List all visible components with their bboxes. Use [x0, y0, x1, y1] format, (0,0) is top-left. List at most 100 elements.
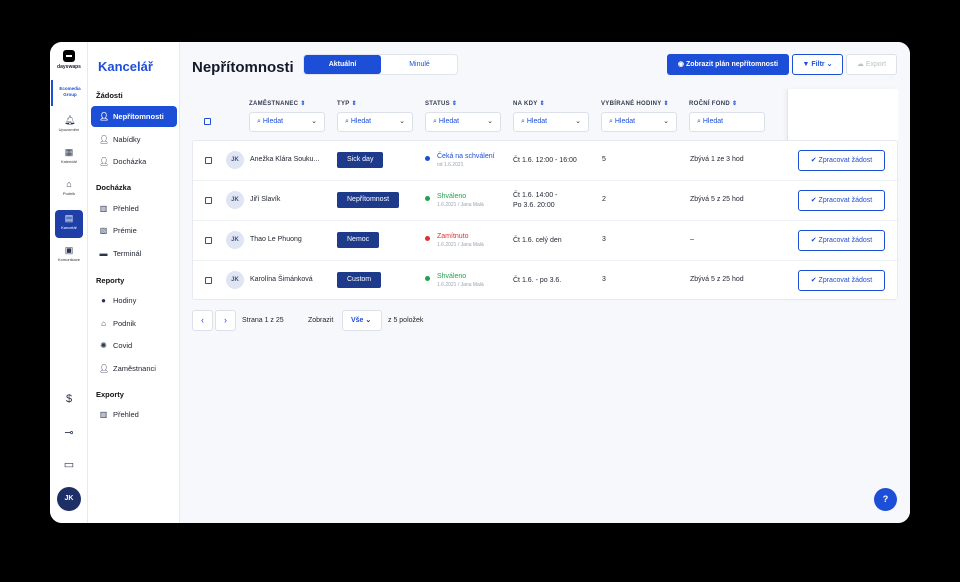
sidebar-item-label: Covid: [113, 341, 133, 350]
page-size-label: Zobrazit: [308, 317, 334, 324]
page-size-select[interactable]: Vše ⌄: [342, 310, 382, 331]
absence-table: JK Anežka Klára Souku... Sick day Čeká n…: [192, 140, 899, 300]
when-cell: Čt 1.6. celý den: [513, 236, 562, 246]
type-tag: Nepřítomnost: [337, 192, 400, 208]
next-page-button[interactable]: ›: [215, 310, 236, 331]
column-header-hours[interactable]: VYBÍRANÉ HODINY ⇕: [601, 100, 669, 107]
column-header-when[interactable]: NA KDY ⇕: [513, 100, 545, 107]
rail-item-kancelar[interactable]: ▤ Kancelář: [55, 210, 83, 238]
section-dochazka: Docházka: [96, 183, 132, 192]
column-header-employee[interactable]: ZAMĚSTNANEC ⇕: [249, 100, 306, 107]
rail-payroll[interactable]: $: [50, 393, 88, 405]
process-request-label: Zpracovat žádost: [818, 157, 873, 164]
employee-filter[interactable]: ⌕ Hledat ⌄: [249, 112, 325, 132]
fund-cell: Zbývá 5 z 25 hod: [690, 276, 744, 283]
rail-video[interactable]: ▭: [50, 458, 88, 471]
column-header-fund[interactable]: ROČNÍ FOND ⇕: [689, 100, 737, 107]
help-button[interactable]: ?: [874, 488, 897, 511]
process-request-button[interactable]: ✔ Zpracovat žádost: [798, 230, 885, 251]
tab-minule[interactable]: Minulé: [381, 55, 458, 74]
employee-name[interactable]: Anežka Klára Souku...: [250, 156, 319, 163]
status-filter[interactable]: ⌕ Hledat ⌄: [425, 112, 501, 132]
employee-name[interactable]: Thao Le Phuong: [250, 236, 302, 243]
sort-icon: ⇕: [539, 101, 545, 107]
process-request-label: Zpracovat žádost: [818, 277, 873, 284]
show-absence-plan-label: Zobrazit plán nepřítomnosti: [685, 61, 779, 68]
rail-item-upozorneni[interactable]: 🔔︎ Upozornění: [50, 116, 88, 144]
sidebar-item-covid[interactable]: ✺ Covid: [91, 335, 177, 356]
row-checkbox[interactable]: [205, 157, 212, 164]
when-filter[interactable]: ⌕ Hledat ⌄: [513, 112, 589, 132]
row-checkbox[interactable]: [205, 197, 212, 204]
plug-icon: ⊸: [64, 427, 74, 439]
type-filter[interactable]: ⌕ Hledat ⌄: [337, 112, 413, 132]
section-exporty: Exporty: [96, 390, 124, 399]
sidebar-item-nepritomnosti[interactable]: 👤︎ Nepřítomnosti: [91, 106, 177, 127]
employee-name[interactable]: Jiří Slavík: [250, 196, 280, 203]
sidebar-item-premie[interactable]: ▧ Prémie: [91, 220, 177, 241]
sidebar-item-nabidky[interactable]: 👤︎ Nabídky: [91, 129, 177, 150]
rail-item-kalendar[interactable]: ▦ Kalendář: [50, 148, 88, 176]
building-icon: ▥: [99, 410, 108, 419]
brand-name: dayswaps: [57, 64, 81, 70]
sidebar-item-label: Přehled: [113, 410, 139, 419]
rail-item-podnik[interactable]: ⌂ Podnik: [50, 180, 88, 208]
check-icon: ✔: [810, 197, 819, 204]
row-checkbox[interactable]: [205, 277, 212, 284]
check-icon: ✔: [810, 277, 819, 284]
rail-label: Komunikace: [57, 257, 80, 262]
rail-label: Kalendář: [60, 159, 77, 164]
user-avatar[interactable]: JK: [57, 487, 81, 511]
sidebar-item-dochazka[interactable]: 👤︎ Docházka: [91, 151, 177, 172]
status-label: Shváleno: [437, 273, 467, 280]
chevron-right-icon: ›: [224, 315, 227, 325]
sidebar-item-label: Podnik: [113, 319, 136, 328]
sort-icon: ⇕: [351, 101, 357, 107]
status-label: Zamítnuto: [437, 233, 469, 240]
column-header-type[interactable]: TYP ⇕: [337, 100, 357, 107]
status-meta: 1.6.2021 / Jana Malá: [437, 242, 484, 248]
terminal-icon: ▬: [99, 249, 108, 258]
export-button[interactable]: ☁ Export: [846, 54, 897, 75]
avatar: JK: [226, 151, 244, 169]
filter-button[interactable]: ▼ Filtr ⌄: [792, 54, 843, 75]
chevron-down-icon: ⌄: [363, 317, 372, 324]
column-header-label: ZAMĚSTNANEC: [249, 101, 299, 107]
sort-icon: ⇕: [663, 101, 669, 107]
status-meta: od 1.6.2021: [437, 162, 464, 168]
sidebar-item-prehled[interactable]: ▥ Přehled: [91, 198, 177, 219]
sidebar-title: Kancelář: [98, 59, 153, 74]
prev-page-button[interactable]: ‹: [192, 310, 213, 331]
table-row: JK Anežka Klára Souku... Sick day Čeká n…: [193, 141, 899, 181]
process-request-button[interactable]: ✔ Zpracovat žádost: [798, 190, 885, 211]
process-request-button[interactable]: ✔ Zpracovat žádost: [798, 270, 885, 291]
sidebar-item-terminal[interactable]: ▬ Terminál: [91, 243, 177, 264]
process-request-button[interactable]: ✔ Zpracovat žádost: [798, 150, 885, 171]
sidebar-item-zamestnanci[interactable]: 👤︎ Zaměstnanci: [91, 358, 177, 379]
fund-filter[interactable]: ⌕ Hledat: [689, 112, 765, 132]
tab-aktualni[interactable]: Aktuální: [304, 55, 381, 74]
sidebar-item-hodiny[interactable]: ● Hodiny: [91, 290, 177, 311]
avatar: JK: [226, 191, 244, 209]
show-absence-plan-button[interactable]: ◉ Zobrazit plán nepřítomnosti: [667, 54, 789, 75]
office-icon: ▤: [64, 213, 74, 223]
filter-placeholder: Hledat: [526, 118, 548, 125]
export-label: Export: [865, 61, 887, 68]
select-all-checkbox[interactable]: [204, 118, 211, 125]
rail-integrations[interactable]: ⊸: [50, 426, 88, 439]
sidebar-item-podnik[interactable]: ⌂ Podnik: [91, 313, 177, 334]
column-header-label: VYBÍRANÉ HODINY: [601, 101, 662, 107]
filter-placeholder: Hledat: [262, 118, 284, 125]
hours-filter[interactable]: ⌕ Hledat ⌄: [601, 112, 677, 132]
sidebar-item-export-prehled[interactable]: ▥ Přehled: [91, 404, 177, 425]
sidebar: Kancelář Žádosti 👤︎ Nepřítomnosti 👤︎ Nabíd…: [88, 42, 180, 523]
check-icon: ✔: [810, 157, 819, 164]
section-reporty: Reporty: [96, 276, 125, 285]
sidebar-item-label: Nepřítomnosti: [113, 112, 164, 121]
rail-item-komunikace[interactable]: ▣ Komunikace: [50, 246, 88, 274]
column-header-status[interactable]: STATUS ⇕: [425, 100, 457, 107]
row-checkbox[interactable]: [205, 237, 212, 244]
org-switcher[interactable]: Ecomedia Group: [51, 80, 87, 106]
employee-name[interactable]: Karolína Šimánková: [250, 276, 313, 283]
brand-logo[interactable]: dayswaps: [50, 50, 88, 70]
